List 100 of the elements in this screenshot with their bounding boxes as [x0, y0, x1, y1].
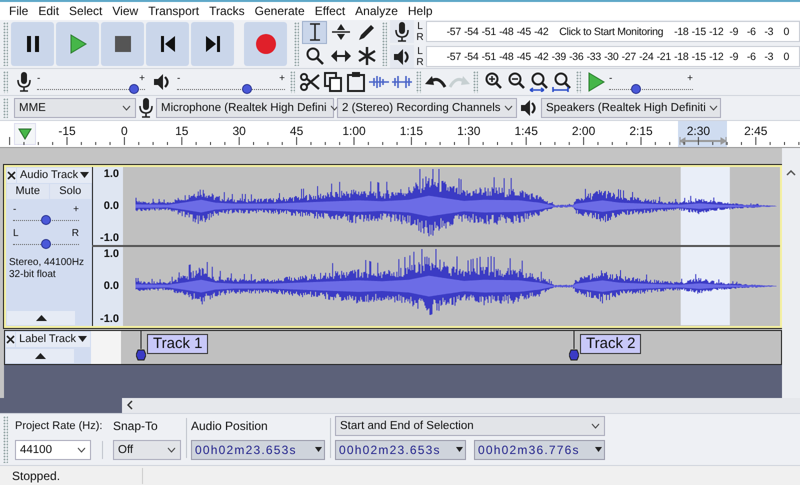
magnifier-icon — [306, 47, 324, 66]
toolbar-grip[interactable] — [3, 416, 8, 464]
skip-to-start-button[interactable] — [146, 22, 189, 66]
scale-label: -1.0 — [100, 232, 119, 244]
meter-tick-label: -57 — [446, 50, 462, 63]
toolbar-grip[interactable] — [3, 98, 8, 118]
label-marker-icon[interactable] — [569, 330, 579, 363]
menu-item[interactable]: Transport — [143, 4, 204, 18]
label-text[interactable]: Track 1 — [147, 334, 208, 354]
toolbar-grip[interactable] — [3, 22, 8, 66]
menu-item[interactable]: View — [107, 4, 144, 18]
text-cursor-icon — [308, 23, 320, 42]
close-track-button[interactable] — [6, 332, 16, 347]
menu-item[interactable]: Analyze — [350, 4, 403, 18]
timeline-label: 2:30 — [686, 124, 710, 138]
record-meter-button[interactable] — [390, 20, 414, 44]
scale-label: 0.0 — [104, 280, 119, 292]
meter-tick-label: -15 — [690, 26, 707, 38]
selection-mode-dropdown[interactable]: Start and End of Selection — [335, 416, 605, 436]
time-field[interactable]: 00h02m23.653s — [335, 440, 466, 460]
paste-button[interactable] — [344, 70, 367, 94]
timeline-label: 1:30 — [457, 124, 480, 138]
toolbar-grip[interactable] — [294, 22, 299, 66]
project-rate-dropdown[interactable]: 44100 — [15, 440, 91, 460]
slider-thumb[interactable] — [129, 84, 140, 94]
toolbar-grip[interactable] — [290, 71, 295, 94]
playback-device-dropdown[interactable]: Speakers (Realtek High Definiti — [541, 98, 721, 118]
collapse-track-button[interactable] — [6, 348, 74, 363]
slider-thumb[interactable] — [41, 214, 51, 225]
snap-to-dropdown[interactable]: Off — [113, 440, 181, 460]
label-text[interactable]: Track 2 — [580, 334, 642, 354]
meter-tick-label: -21 — [656, 50, 672, 63]
solo-button[interactable]: Solo — [50, 184, 91, 199]
track-menu-button[interactable]: Label Track — [16, 332, 90, 347]
audio-host-dropdown[interactable]: MME — [14, 98, 136, 118]
microphone-icon — [139, 98, 153, 118]
toolbar-grip[interactable] — [382, 22, 387, 66]
timeline-label: 1:15 — [400, 124, 424, 138]
stop-button[interactable] — [101, 22, 144, 66]
pinned-play-head-button[interactable] — [14, 122, 36, 145]
copy-button[interactable] — [321, 70, 344, 94]
menu-item[interactable]: Help — [402, 4, 438, 18]
maximum-label: + — [279, 74, 285, 84]
meter-tick-label: -45 — [516, 26, 532, 38]
toolbar-grip[interactable] — [576, 71, 581, 94]
close-track-button[interactable] — [7, 168, 16, 183]
playback-level-meter[interactable]: -57 -54 -51 -48 -45 -42 -39 -36 -33 -30 -27 -24 -21 -18 -15 -12 -9 -6 -3 0 — [426, 46, 800, 68]
menu-item[interactable]: Edit — [33, 4, 64, 18]
menu-item[interactable]: File — [4, 4, 34, 18]
toolbar-grip[interactable] — [473, 71, 478, 94]
toolbar-grip[interactable] — [3, 71, 8, 94]
playback-meter-button[interactable] — [390, 45, 414, 68]
channel-label: R — [415, 56, 425, 68]
timeline-label: -15 — [58, 124, 76, 138]
menu-item[interactable]: Effect — [310, 4, 350, 18]
up-triangle-icon — [36, 314, 46, 321]
meter-tick-label: -42 — [533, 50, 550, 63]
meter-tick-label: -51 — [480, 26, 497, 38]
chevron-down-icon — [591, 422, 600, 429]
track-menu-button[interactable]: Audio Track — [17, 168, 92, 183]
fit-selection-button[interactable] — [527, 70, 550, 94]
meter-tick-label: 0 — [782, 26, 790, 38]
selection-tool-button[interactable] — [302, 20, 327, 44]
time-field[interactable]: 00h02m23.653s — [191, 440, 325, 460]
meter-tick-label: -9 — [728, 50, 740, 63]
record-button[interactable] — [244, 22, 287, 66]
recording-device-dropdown[interactable]: Microphone (Realtek High Defini — [156, 98, 334, 118]
slider-thumb[interactable] — [242, 84, 252, 94]
menu-item[interactable]: Tracks — [204, 4, 250, 18]
track-info: 32-bit float — [9, 268, 57, 281]
vertical-scrollbar[interactable] — [782, 148, 800, 398]
recording-channels-dropdown[interactable]: 2 (Stereo) Recording Channels — [337, 98, 517, 118]
horizontal-scrollbar[interactable] — [122, 398, 800, 413]
skip-to-end-button[interactable] — [191, 22, 234, 66]
scale-label: 1.0 — [104, 168, 119, 180]
time-field[interactable]: 00h02m36.776s — [474, 440, 605, 460]
timeline-label: 2:45 — [744, 124, 768, 138]
timeline-label: 2:00 — [572, 124, 596, 138]
toolbar-grip[interactable] — [416, 71, 421, 94]
scale-label: 0.0 — [104, 200, 119, 212]
collapse-track-button[interactable] — [7, 310, 75, 325]
menu-item[interactable]: Generate — [250, 4, 310, 18]
speaker-icon — [520, 98, 538, 117]
label-marker-icon[interactable] — [136, 330, 146, 363]
slider-thumb[interactable] — [41, 238, 51, 249]
meter-tick-label: -30 — [603, 50, 620, 63]
timeline-label: 2:15 — [629, 124, 653, 138]
chevron-down-icon — [504, 104, 513, 111]
mute-button[interactable]: Mute — [7, 184, 48, 199]
label-track-area[interactable]: Track 1 Track 2 — [121, 330, 781, 364]
pause-button[interactable] — [11, 22, 54, 66]
caret-icon — [595, 447, 602, 452]
fit-project-button[interactable] — [550, 70, 573, 94]
slider-thumb[interactable] — [630, 84, 641, 94]
waveform-area[interactable] — [123, 247, 780, 326]
record-level-meter[interactable]: -57 -54 -51 -48 -45 -42 Click to Start Monitoring -18 -15 -12 -9 -6 -3 0 — [426, 21, 800, 42]
menu-item[interactable]: Select — [64, 4, 108, 18]
meter-tick-label: -12 — [708, 26, 724, 38]
meter-tick-label: -39 — [550, 50, 567, 63]
skip-start-icon — [160, 36, 174, 52]
